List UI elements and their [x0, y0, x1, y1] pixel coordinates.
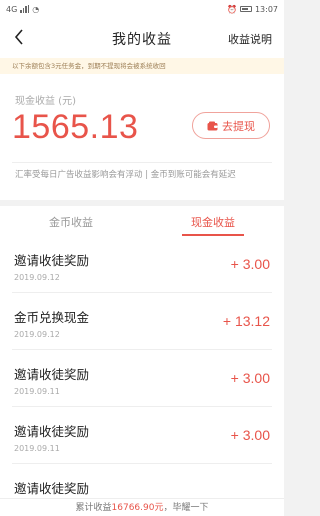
notice-banner: 以下余额包含3元任务金，到期不提现将会被系统收回 — [0, 58, 284, 74]
footer-total: 16766.90元 — [111, 503, 164, 513]
record-amount: + 3.00 — [230, 256, 270, 272]
record-title: 邀请收徒奖励 — [14, 367, 90, 382]
record-title: 金币兑换现金 — [14, 310, 90, 325]
tab-cash-earnings[interactable]: 现金收益 — [142, 206, 284, 236]
record-title: 邀请收徒奖励 — [14, 253, 90, 268]
wallet-icon — [207, 121, 218, 131]
footer-prefix: 累计收益 — [75, 503, 112, 513]
status-bar: 4G ◔ ⏰ 13:07 — [0, 0, 284, 18]
record-amount: + 3.00 — [230, 427, 270, 443]
clock: 13:07 — [254, 4, 278, 14]
cash-label: 现金收益 (元) — [15, 96, 76, 107]
record-amount: + 13.12 — [222, 313, 270, 329]
record-amount: + 3.00 — [230, 370, 270, 386]
cash-amount: 1565.13 — [12, 108, 139, 146]
alarm-icon: ⏰ — [226, 4, 237, 14]
divider — [12, 162, 272, 163]
wifi-icon: ◔ — [32, 4, 40, 14]
earnings-list: 邀请收徒奖励 2019.09.12 + 3.00 金币兑换现金 2019.09.… — [0, 236, 284, 498]
app-header: 我的收益 收益说明 — [0, 18, 284, 58]
record-title: 邀请收徒奖励 — [14, 424, 90, 439]
tab-coin-earnings[interactable]: 金币收益 — [0, 206, 142, 236]
record-date: 2019.09.11 — [14, 444, 60, 453]
withdraw-label: 去提现 — [222, 119, 255, 133]
record-date: 2019.09.12 — [14, 273, 60, 282]
status-right: ⏰ 13:07 — [227, 5, 278, 14]
list-item: 邀请收徒奖励 — [12, 464, 272, 498]
record-date: 2019.09.11 — [14, 387, 60, 396]
list-item: 邀请收徒奖励 2019.09.11 + 3.00 — [12, 407, 272, 464]
network-type: 4G — [6, 4, 18, 14]
signal-icon — [20, 5, 30, 13]
record-date: 2019.09.12 — [14, 330, 60, 339]
list-item: 邀请收徒奖励 2019.09.11 + 3.00 — [12, 350, 272, 407]
cash-summary-card: 现金收益 (元) 1565.13 去提现 汇率受每日广告收益影响会有浮动 | 金… — [0, 74, 284, 200]
earnings-tabs: 金币收益 现金收益 — [0, 200, 284, 236]
list-item: 金币兑换现金 2019.09.12 + 13.12 — [12, 293, 272, 350]
list-item: 邀请收徒奖励 2019.09.12 + 3.00 — [12, 236, 272, 293]
battery-icon — [239, 6, 252, 12]
status-left: 4G ◔ — [6, 5, 39, 14]
rate-note: 汇率受每日广告收益影响会有浮动 | 金币到账可能会有延迟 — [15, 170, 236, 180]
record-title: 邀请收徒奖励 — [14, 481, 90, 496]
footer-suffix: ，毕耀一下 — [163, 503, 209, 513]
total-earnings-footer[interactable]: 累计收益16766.90元，毕耀一下 — [0, 498, 284, 516]
earnings-info-link[interactable]: 收益说明 — [228, 31, 272, 47]
withdraw-button[interactable]: 去提现 — [192, 112, 270, 139]
